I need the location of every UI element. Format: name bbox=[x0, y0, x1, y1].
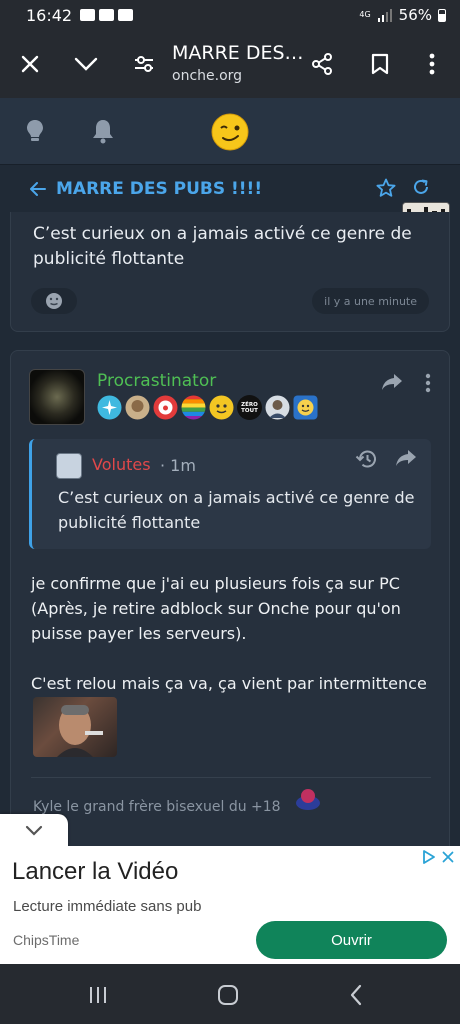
home-button[interactable] bbox=[208, 980, 248, 1010]
battery-icon bbox=[438, 8, 446, 22]
clown-badge[interactable] bbox=[153, 395, 178, 420]
status-time: 16:42 bbox=[26, 5, 73, 25]
chevron-down-icon bbox=[25, 825, 43, 836]
site-logo-smiley[interactable] bbox=[211, 113, 249, 151]
history-icon[interactable] bbox=[355, 449, 377, 469]
quote-user-avatar[interactable] bbox=[56, 453, 82, 479]
gallery-icon bbox=[80, 9, 96, 21]
site-settings-button[interactable] bbox=[124, 44, 164, 84]
user-avatar[interactable] bbox=[29, 369, 85, 425]
share-arrow-icon[interactable] bbox=[395, 449, 417, 467]
status-bar: 16:42 4G 56% bbox=[0, 0, 460, 30]
share-button[interactable] bbox=[302, 44, 342, 84]
battery-percent: 56% bbox=[398, 6, 432, 24]
reaction-button[interactable] bbox=[31, 288, 77, 314]
signature-divider bbox=[31, 777, 431, 778]
ad-open-button[interactable]: Ouvrir bbox=[256, 921, 447, 959]
sparkles-badge[interactable] bbox=[97, 395, 122, 420]
star-icon[interactable] bbox=[376, 178, 396, 198]
quote-username[interactable]: Volutes bbox=[92, 455, 151, 474]
post-card: Procrastinator ZÉRO TOUT Volutes · 1m C’… bbox=[10, 350, 450, 860]
post-timestamp: il y a une minute bbox=[312, 288, 429, 314]
face-badge[interactable] bbox=[125, 395, 150, 420]
quote-time-value: 1m bbox=[170, 456, 196, 475]
refresh-icon[interactable] bbox=[412, 178, 430, 196]
browser-toolbar: MARRE DES… onche.org bbox=[0, 30, 460, 98]
advertisement-banner[interactable]: Lancer la Vidéo Lecture immédiate sans p… bbox=[0, 846, 460, 964]
tune-icon bbox=[135, 56, 153, 72]
lightbulb-icon bbox=[27, 120, 43, 141]
post-paragraph: je confirme que j'ai eu plusieurs fois ç… bbox=[31, 574, 401, 643]
recents-icon bbox=[90, 987, 106, 1003]
chevron-down-icon bbox=[74, 57, 98, 71]
rainbow-badge[interactable] bbox=[181, 395, 206, 420]
ideas-button[interactable] bbox=[20, 116, 50, 146]
quoted-message[interactable]: Volutes · 1m C’est curieux on a jamais a… bbox=[29, 439, 431, 549]
share-arrow-icon[interactable] bbox=[381, 373, 403, 391]
sticker-badge[interactable] bbox=[209, 395, 234, 420]
page-title[interactable]: MARRE DES… bbox=[172, 42, 304, 64]
youtube-icon-2 bbox=[118, 9, 134, 21]
emoji-reaction-icon bbox=[46, 293, 62, 309]
ad-title[interactable]: Lancer la Vidéo bbox=[12, 858, 178, 886]
back-arrow-icon[interactable] bbox=[30, 182, 46, 196]
close-tab-button[interactable] bbox=[10, 44, 50, 84]
share-icon bbox=[312, 53, 332, 75]
topic-title[interactable]: MARRE DES PUBS !!!! bbox=[56, 179, 262, 199]
post-card: C’est curieux on a jamais activé ce genr… bbox=[10, 212, 450, 332]
topic-header: MARRE DES PUBS !!!! bbox=[0, 166, 460, 212]
zero-tout-badge[interactable]: ZÉRO TOUT bbox=[237, 395, 262, 420]
close-icon bbox=[21, 55, 39, 73]
more-vertical-icon[interactable] bbox=[425, 373, 431, 393]
minimize-button[interactable] bbox=[66, 44, 106, 84]
home-icon bbox=[218, 985, 238, 1005]
smiley-badge[interactable] bbox=[293, 395, 318, 420]
network-type: 4G bbox=[359, 10, 371, 19]
youtube-icon bbox=[99, 9, 115, 21]
page-url[interactable]: onche.org bbox=[172, 68, 242, 84]
adchoices-icon[interactable] bbox=[422, 850, 436, 864]
bookmark-icon bbox=[371, 53, 389, 75]
signature-emoji bbox=[296, 789, 320, 810]
user-badges: ZÉRO TOUT bbox=[97, 395, 318, 420]
quote-text: C’est curieux on a jamais activé ce genr… bbox=[58, 488, 415, 532]
post-text: C’est curieux on a jamais activé ce genr… bbox=[33, 224, 412, 269]
signal-icon bbox=[377, 9, 392, 22]
portrait-badge[interactable] bbox=[265, 395, 290, 420]
post-paragraph: C'est relou mais ça va, ça vient par int… bbox=[31, 674, 427, 693]
close-ad-icon[interactable] bbox=[442, 851, 454, 863]
user-signature: Kyle le grand frère bisexuel du +18 bbox=[33, 799, 281, 815]
username[interactable]: Procrastinator bbox=[97, 371, 216, 391]
quote-time: · 1m bbox=[160, 456, 196, 475]
system-navigation-bar bbox=[0, 964, 460, 1024]
back-button[interactable] bbox=[336, 980, 376, 1010]
sticker-face bbox=[57, 705, 103, 757]
bell-icon bbox=[93, 120, 113, 144]
back-icon bbox=[350, 984, 362, 1006]
more-options-button[interactable] bbox=[412, 44, 452, 84]
bookmark-button[interactable] bbox=[360, 44, 400, 84]
ad-brand: ChipsTime bbox=[13, 932, 80, 948]
ad-subtitle: Lecture immédiate sans pub bbox=[13, 898, 202, 915]
notifications-button[interactable] bbox=[88, 116, 118, 146]
sticker-image bbox=[33, 697, 117, 757]
recent-apps-button[interactable] bbox=[78, 980, 118, 1010]
more-vertical-icon bbox=[429, 53, 435, 75]
ad-collapse-button[interactable] bbox=[0, 814, 68, 848]
